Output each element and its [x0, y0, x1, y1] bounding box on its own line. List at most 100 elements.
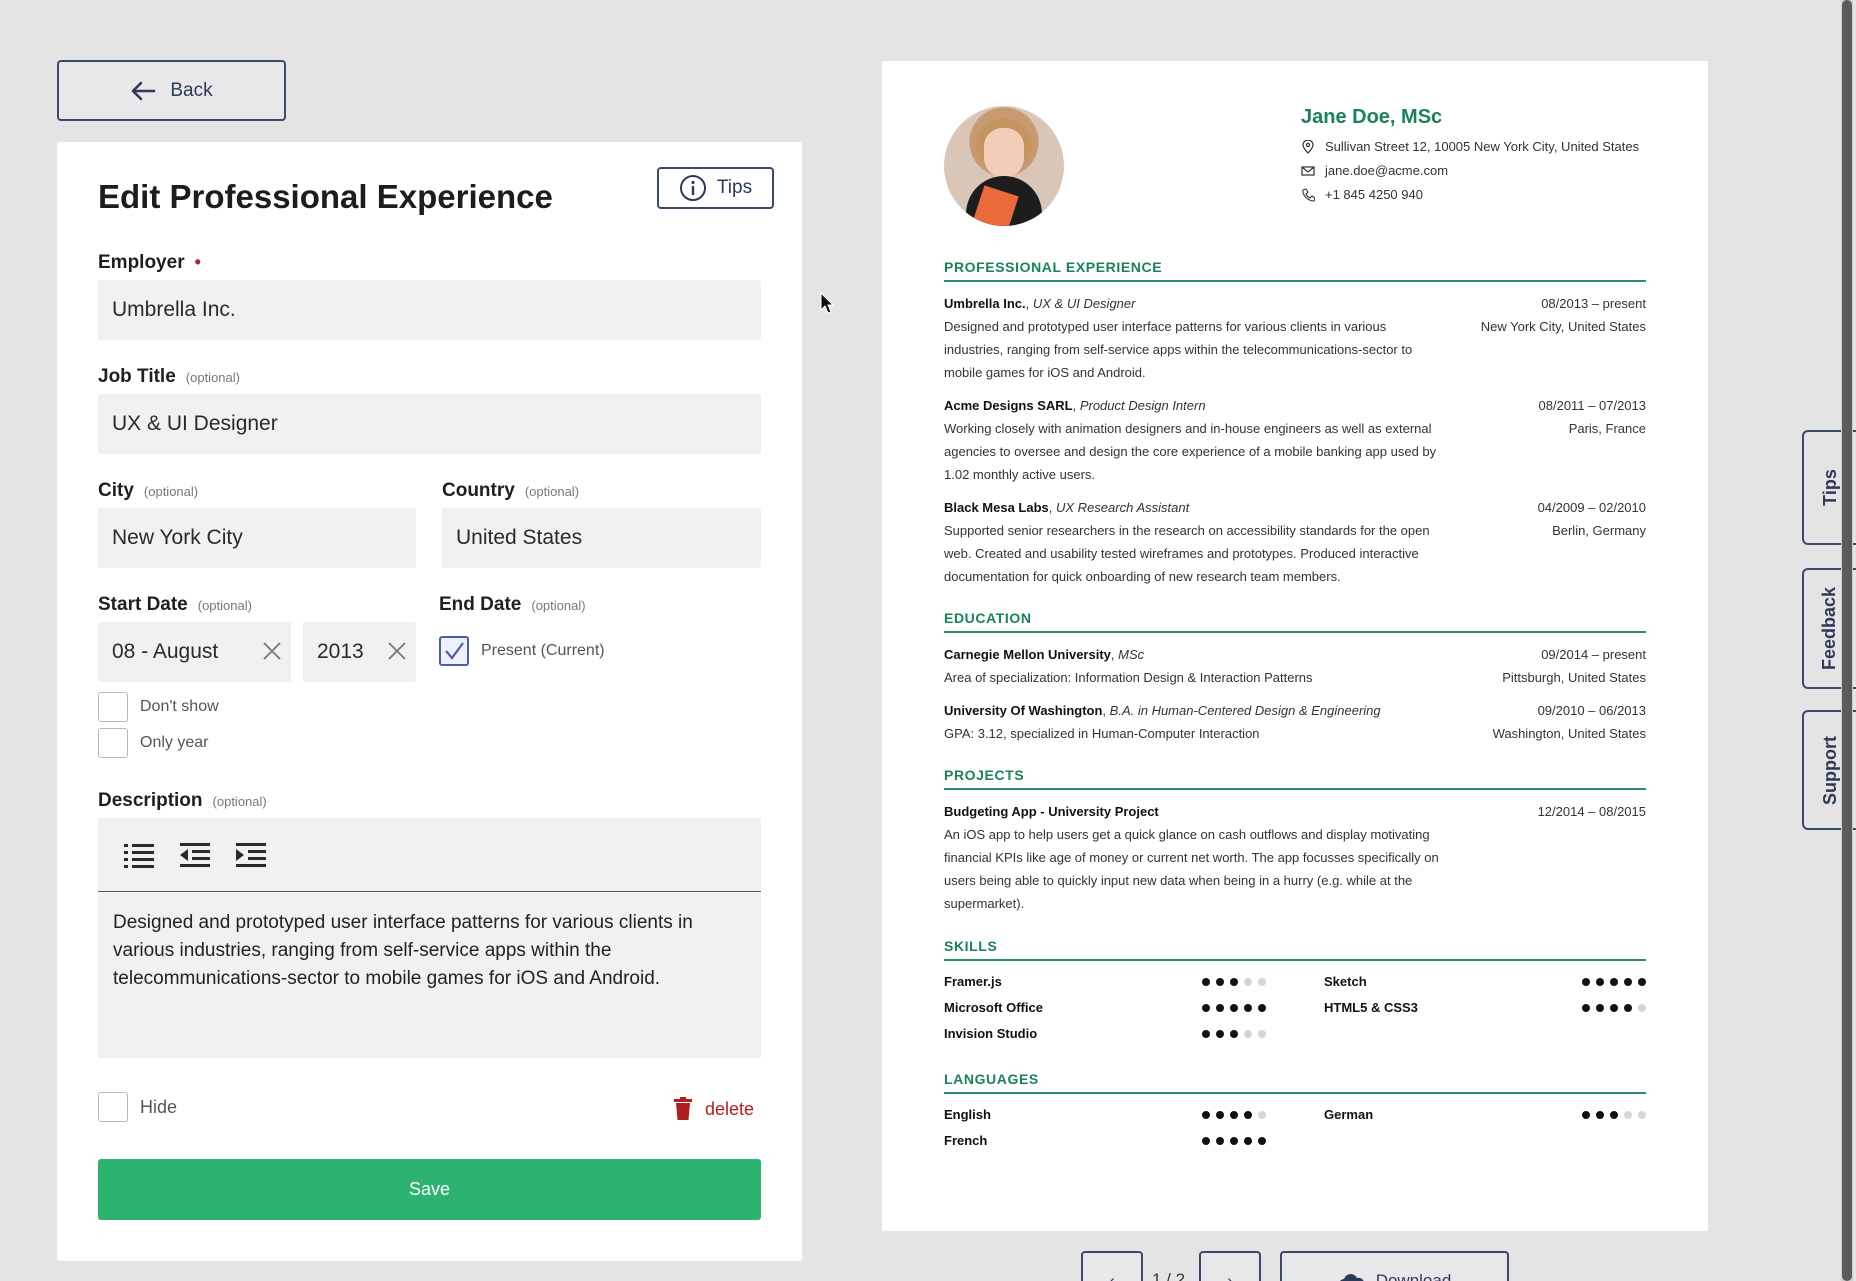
- entry-org: University Of Washington: [944, 703, 1103, 718]
- present-checkbox[interactable]: [439, 636, 469, 666]
- rating-dot-filled: [1582, 1110, 1590, 1119]
- education-entry: University Of Washington, B.A. in Human-…: [944, 699, 1646, 745]
- required-mark: •: [194, 252, 201, 272]
- outdent-icon[interactable]: [178, 840, 212, 870]
- indent-icon[interactable]: [234, 840, 268, 870]
- side-tab-label: Tips: [1819, 469, 1840, 506]
- resume-preview: Jane Doe, MSc Sullivan Street 12, 10005 …: [882, 61, 1708, 1231]
- dont-show-checkbox[interactable]: [98, 692, 128, 722]
- delete-button[interactable]: delete: [673, 1097, 754, 1121]
- start-year-select[interactable]: 2013: [303, 622, 416, 682]
- entry-org: Black Mesa Labs: [944, 500, 1049, 515]
- present-label: Present (Current): [481, 642, 605, 659]
- hide-label: Hide: [140, 1096, 178, 1117]
- rating-dot-filled: [1216, 977, 1224, 986]
- description-textarea[interactable]: Designed and prototyped user interface p…: [98, 893, 761, 1058]
- only-year-toggle[interactable]: Only year: [98, 728, 208, 758]
- education-entry: Carnegie Mellon University, MSc 09/2014 –…: [944, 643, 1646, 689]
- email-text: jane.doe@acme.com: [1325, 163, 1449, 178]
- resume-phone: +1 845 4250 940: [1301, 187, 1423, 202]
- entry-role: UX Research Assistant: [1056, 500, 1190, 515]
- section-projects-heading: PROJECTS: [944, 767, 1646, 790]
- present-current-toggle[interactable]: Present (Current): [439, 636, 605, 666]
- rating-dot-filled: [1202, 1003, 1210, 1012]
- mail-icon: [1301, 165, 1315, 176]
- rating-dot-empty: [1638, 1110, 1646, 1119]
- download-button[interactable]: Download: [1280, 1251, 1509, 1281]
- language-item: German: [1324, 1107, 1646, 1122]
- language-rating: [1202, 1107, 1266, 1122]
- bullet-list-icon[interactable]: [122, 840, 156, 870]
- description-label-text: Description: [98, 790, 203, 811]
- resume-name: Jane Doe, MSc: [1301, 106, 1443, 128]
- job-title-label: Job Title (optional): [98, 366, 240, 388]
- rating-dot-filled: [1230, 1029, 1238, 1038]
- scrollbar-thumb[interactable]: [1842, 0, 1852, 1281]
- back-button-label: Back: [170, 79, 213, 101]
- rating-dot-filled: [1258, 1003, 1266, 1012]
- rating-dot-empty: [1244, 977, 1252, 986]
- rating-dot-filled: [1244, 1003, 1252, 1012]
- page-scrollbar[interactable]: [1841, 0, 1853, 1281]
- end-date-label-text: End Date: [439, 594, 522, 615]
- language-rating: [1582, 1107, 1646, 1122]
- cloud-download-icon: [1339, 1274, 1364, 1281]
- entry-location: Berlin, Germany: [1552, 523, 1646, 538]
- country-input[interactable]: United States: [442, 508, 761, 568]
- skill-rating: [1202, 1026, 1266, 1041]
- city-label: City (optional): [98, 480, 198, 502]
- location-pin-icon: [1302, 139, 1314, 154]
- rating-dot-filled: [1216, 1029, 1224, 1038]
- entry-description: Designed and prototyped user interface p…: [944, 319, 1413, 380]
- entry-description: Working closely with animation designers…: [944, 421, 1437, 482]
- save-button[interactable]: Save: [98, 1159, 761, 1220]
- back-button[interactable]: Back: [57, 60, 286, 121]
- editor-panel: Edit Professional Experience Tips Employ…: [57, 142, 802, 1261]
- rating-dot-filled: [1202, 1029, 1210, 1038]
- page-title: Edit Professional Experience: [98, 178, 553, 215]
- hide-checkbox[interactable]: [98, 1092, 128, 1122]
- dont-show-toggle[interactable]: Don't show: [98, 692, 219, 722]
- description-label: Description (optional): [98, 790, 267, 812]
- entry-org: Budgeting App - University Project: [944, 804, 1159, 819]
- close-icon[interactable]: [261, 640, 283, 662]
- tips-button[interactable]: Tips: [657, 167, 774, 209]
- address-text: Sullivan Street 12, 10005 New York City,…: [1325, 139, 1640, 154]
- next-page-button[interactable]: ›: [1199, 1251, 1261, 1281]
- rating-dot-filled: [1258, 1136, 1266, 1145]
- rating-dot-empty: [1258, 977, 1266, 986]
- country-value: United States: [456, 526, 583, 549]
- start-month-select[interactable]: 08 - August: [98, 622, 291, 682]
- rating-dot-filled: [1202, 1136, 1210, 1145]
- delete-label: delete: [705, 1098, 755, 1119]
- rating-dot-filled: [1596, 1003, 1604, 1012]
- optional-hint: (optional): [524, 484, 580, 499]
- city-input[interactable]: New York City: [98, 508, 416, 568]
- phone-icon: [1302, 187, 1315, 202]
- section-experience-heading: PROFESSIONAL EXPERIENCE: [944, 259, 1646, 282]
- entry-location: Pittsburgh, United States: [1502, 670, 1646, 685]
- hide-toggle[interactable]: Hide: [98, 1092, 177, 1122]
- entry-org: Acme Designs SARL: [944, 398, 1073, 413]
- rating-dot-filled: [1202, 977, 1210, 986]
- employer-value: Umbrella Inc.: [112, 298, 236, 321]
- optional-hint: (optional): [185, 370, 240, 385]
- entry-org: Umbrella Inc.: [944, 296, 1026, 311]
- employer-input[interactable]: Umbrella Inc.: [98, 280, 761, 340]
- phone-text: +1 845 4250 940: [1325, 187, 1423, 202]
- skill-name: Invision Studio: [944, 1026, 1038, 1041]
- job-title-input[interactable]: UX & UI Designer: [98, 394, 761, 454]
- rating-dot-empty: [1258, 1110, 1266, 1119]
- skill-name: Framer.js: [944, 974, 1002, 989]
- job-title-value: UX & UI Designer: [112, 412, 278, 435]
- close-icon[interactable]: [386, 640, 408, 662]
- entry-description: Area of specialization: Information Desi…: [944, 670, 1313, 685]
- language-rating: [1202, 1133, 1266, 1148]
- rating-dot-filled: [1244, 1136, 1252, 1145]
- rating-dot-filled: [1216, 1110, 1224, 1119]
- skill-rating: [1202, 1000, 1266, 1015]
- entry-description: Supported senior researchers in the rese…: [944, 523, 1430, 584]
- prev-page-button[interactable]: ‹: [1081, 1251, 1143, 1281]
- language-name: French: [944, 1133, 988, 1148]
- only-year-checkbox[interactable]: [98, 728, 128, 758]
